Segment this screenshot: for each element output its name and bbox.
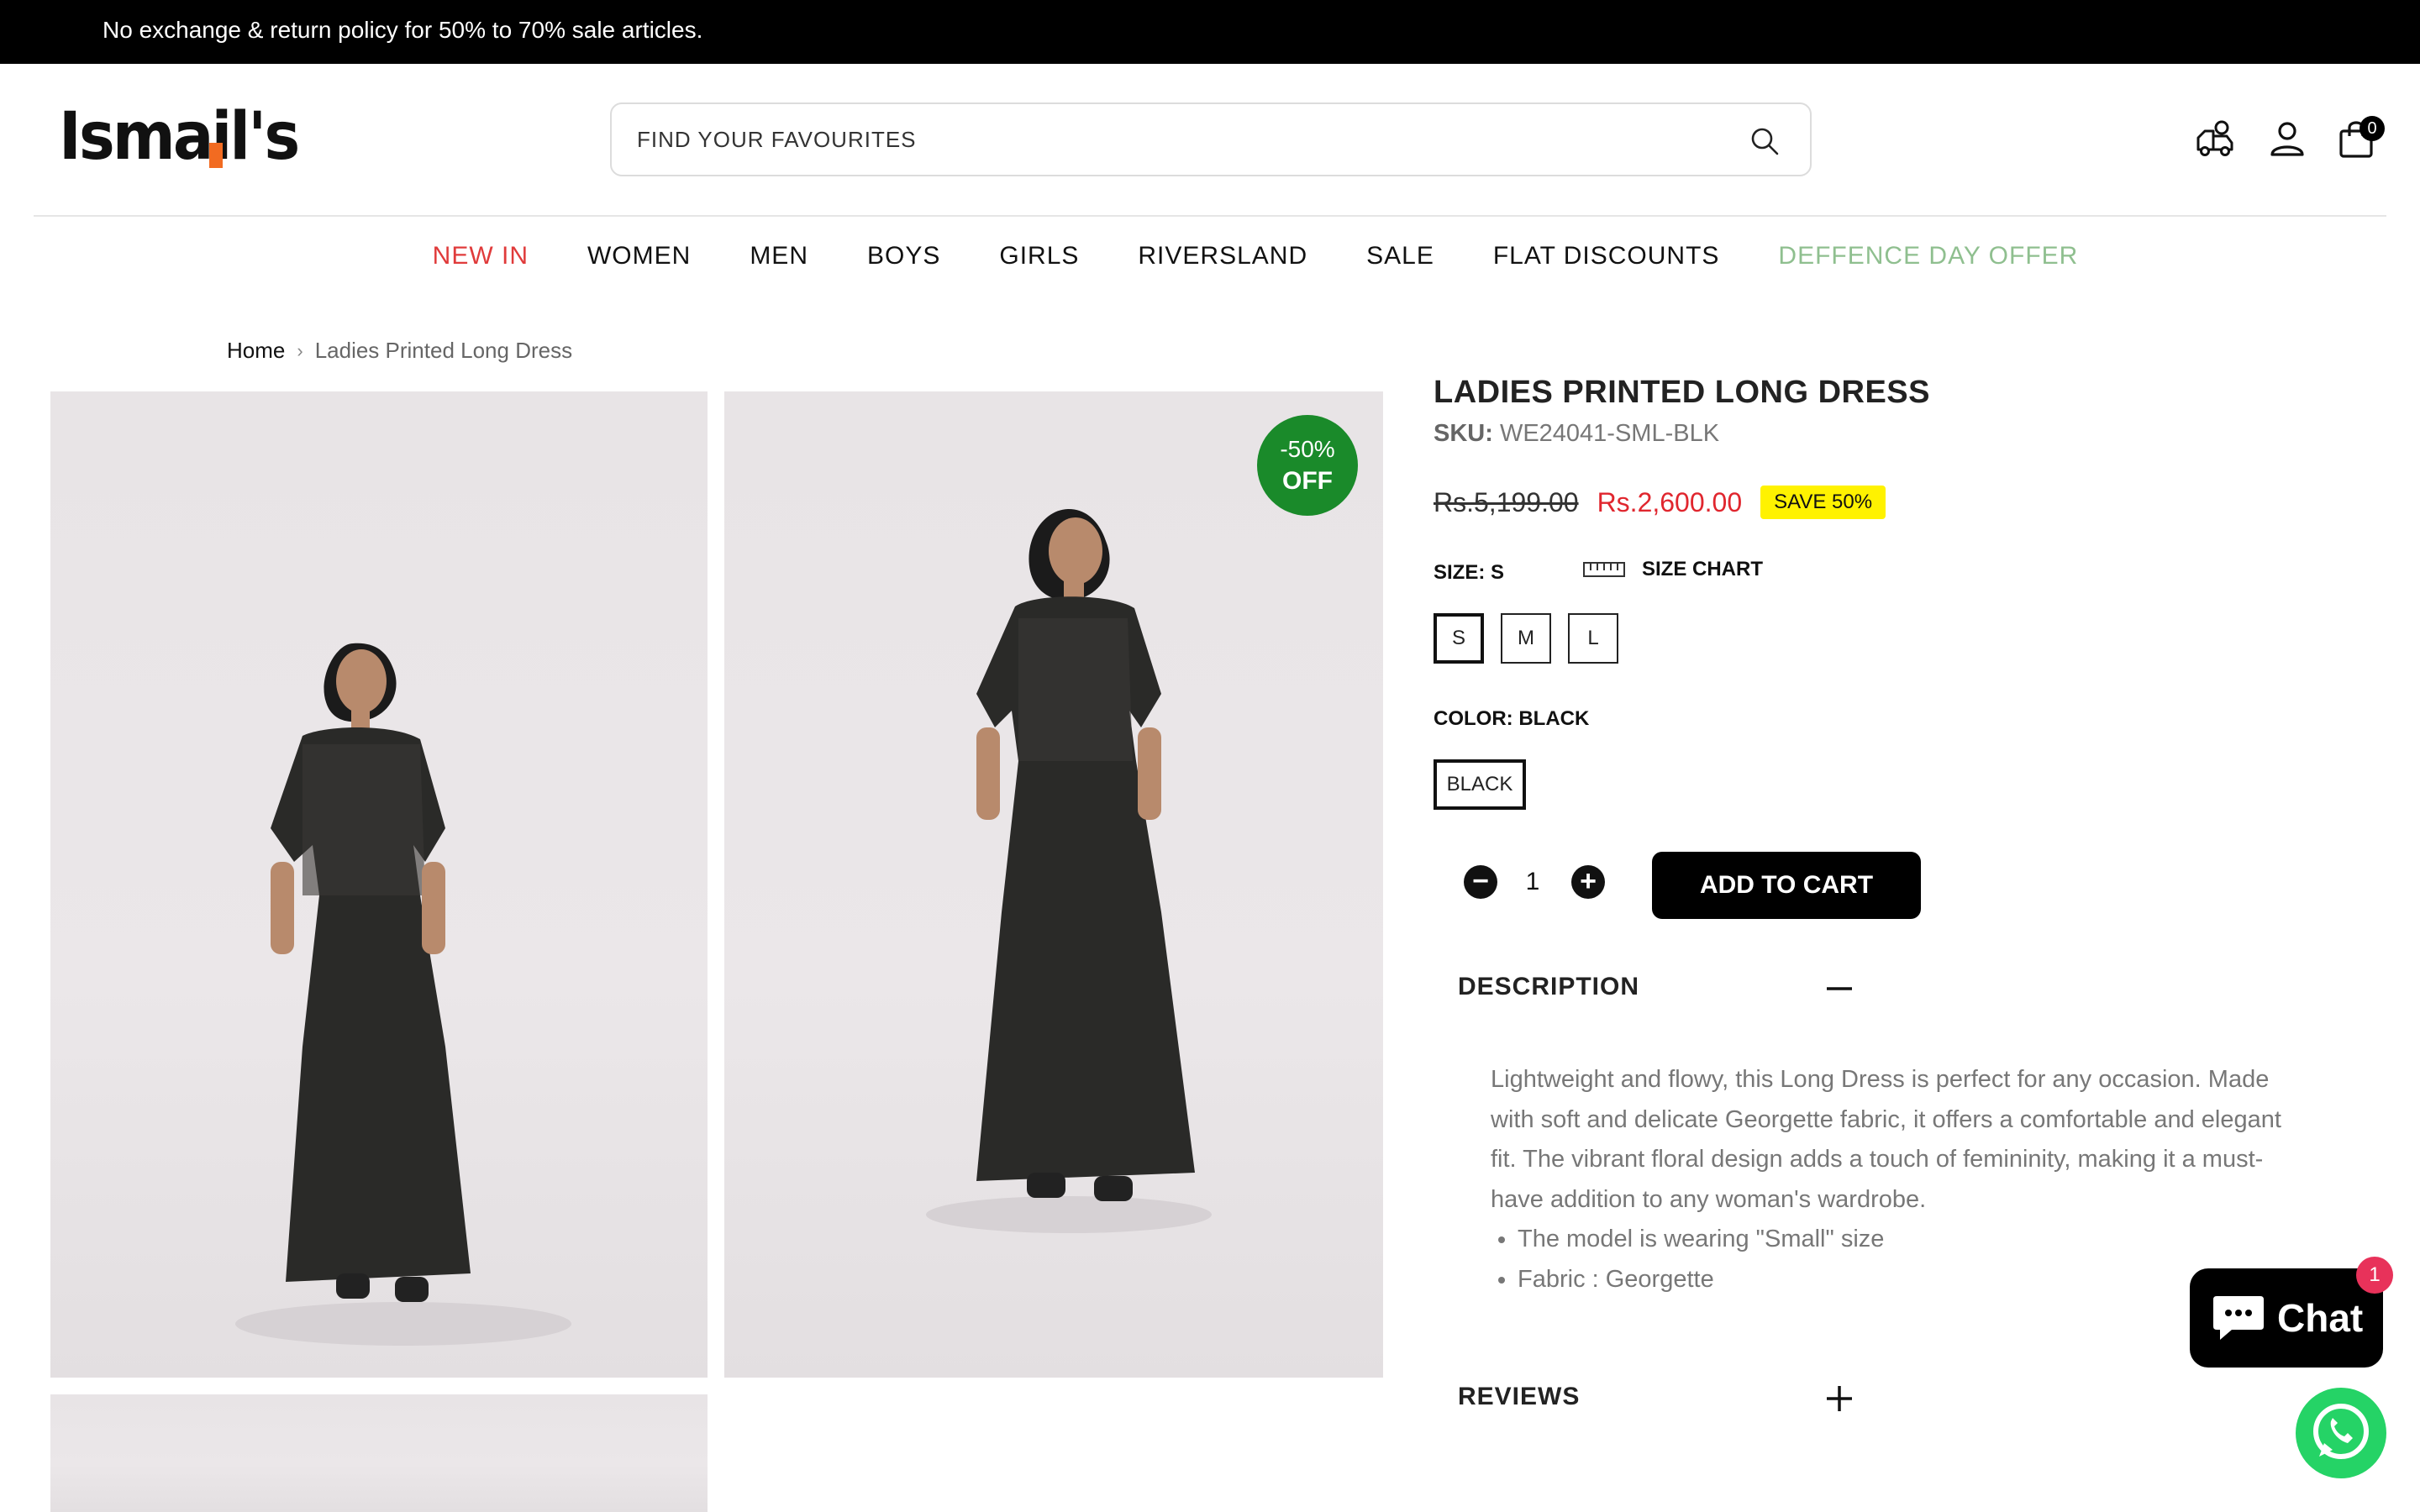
description-bullets: The model is wearing "Small" size Fabric… (1518, 1220, 2297, 1299)
search-icon[interactable] (1749, 126, 1780, 156)
breadcrumb-home[interactable]: Home (227, 338, 285, 364)
nav-item-new-in[interactable]: NEW IN (433, 242, 529, 276)
discount-badge-percent: -50% (1280, 436, 1335, 462)
discount-badge: -50% OFF (1257, 415, 1358, 516)
nav-item-defence-day-offer[interactable]: DEFFENCE DAY OFFER (1778, 242, 2078, 276)
save-badge: SAVE 50% (1760, 486, 1886, 519)
nav-item-men[interactable]: MEN (750, 242, 808, 276)
main-nav: NEW IN WOMEN MEN BOYS GIRLS RIVERSLAND S… (0, 242, 2420, 276)
description-body: Lightweight and flowy, this Long Dress i… (1491, 1060, 2297, 1299)
size-selector: S M L (1434, 613, 1618, 664)
user-icon[interactable] (2265, 118, 2309, 161)
breadcrumb: Home › Ladies Printed Long Dress (227, 338, 572, 364)
quantity-input[interactable] (1518, 865, 1548, 899)
whatsapp-icon (2313, 1404, 2369, 1459)
nav-item-riversland[interactable]: RIVERSLAND (1138, 242, 1307, 276)
quantity-increase-button[interactable]: + (1571, 865, 1605, 899)
size-option-l[interactable]: L (1568, 613, 1618, 664)
logo-text: Ismail's (59, 99, 300, 175)
ruler-icon (1583, 562, 1625, 577)
price-row: Rs.5,199.00 Rs.2,600.00 SAVE 50% (1434, 486, 1886, 519)
description-bullet: Fabric : Georgette (1518, 1260, 2297, 1300)
product-image-2[interactable] (724, 391, 1383, 1378)
chevron-right-icon: › (297, 339, 303, 361)
sku-label: SKU: (1434, 420, 1493, 447)
chat-button[interactable]: Chat (2190, 1268, 2383, 1368)
reviews-accordion-title[interactable]: REVIEWS (1458, 1383, 1580, 1411)
nav-item-girls[interactable]: GIRLS (999, 242, 1079, 276)
model-figure-front (235, 643, 571, 1346)
product-sku: SKU: WE24041-SML-BLK (1434, 420, 1719, 448)
whatsapp-button[interactable] (2296, 1388, 2386, 1478)
logo-accent-mark (209, 143, 223, 168)
description-bullet: The model is wearing "Small" size (1518, 1220, 2297, 1260)
description-text: Lightweight and flowy, this Long Dress i… (1491, 1066, 2281, 1213)
sku-value: WE24041-SML-BLK (1499, 420, 1720, 447)
size-chart-link[interactable]: SIZE CHART (1583, 558, 1763, 581)
product-title: LADIES PRINTED LONG DRESS (1434, 375, 1930, 410)
nav-item-boys[interactable]: BOYS (867, 242, 940, 276)
product-image-3[interactable] (50, 1394, 708, 1512)
model-figure-side (926, 509, 1212, 1233)
nav-item-flat-discounts[interactable]: FLAT DISCOUNTS (1493, 242, 1720, 276)
color-option-black[interactable]: BLACK (1434, 759, 1526, 810)
announcement-text: No exchange & return policy for 50% to 7… (103, 17, 703, 43)
compare-at-price: Rs.5,199.00 (1434, 486, 1579, 517)
announcement-bar: No exchange & return policy for 50% to 7… (0, 0, 2420, 64)
truck-icon[interactable] (2193, 118, 2237, 161)
product-image-1[interactable] (50, 391, 708, 1378)
size-label: SIZE: S (1434, 561, 1505, 584)
size-chart-label: SIZE CHART (1642, 558, 1763, 580)
cart-count-badge: 0 (2360, 116, 2385, 141)
add-to-cart-button[interactable]: ADD TO CART (1652, 852, 1921, 919)
plus-icon[interactable] (1825, 1384, 1854, 1413)
discount-badge-off: OFF (1282, 467, 1333, 495)
nav-item-sale[interactable]: SALE (1366, 242, 1434, 276)
size-option-m[interactable]: M (1501, 613, 1551, 664)
quantity-decrease-button[interactable]: − (1464, 865, 1497, 899)
color-label: COLOR: BLACK (1434, 707, 1590, 730)
description-accordion-title[interactable]: DESCRIPTION (1458, 973, 1639, 1001)
chat-label: Chat (2277, 1296, 2364, 1340)
chat-bubble-icon (2213, 1296, 2264, 1340)
size-option-s[interactable]: S (1434, 613, 1484, 664)
nav-item-women[interactable]: WOMEN (587, 242, 691, 276)
sale-price: Rs.2,600.00 (1597, 486, 1743, 517)
header-divider (34, 215, 2386, 217)
search-bar (610, 102, 1812, 176)
search-input[interactable] (637, 104, 1729, 175)
breadcrumb-current: Ladies Printed Long Dress (314, 338, 573, 363)
brand-logo[interactable]: Ismail's (59, 99, 318, 175)
chat-unread-badge: 1 (2356, 1257, 2393, 1294)
minus-icon[interactable] (1825, 974, 1854, 1003)
